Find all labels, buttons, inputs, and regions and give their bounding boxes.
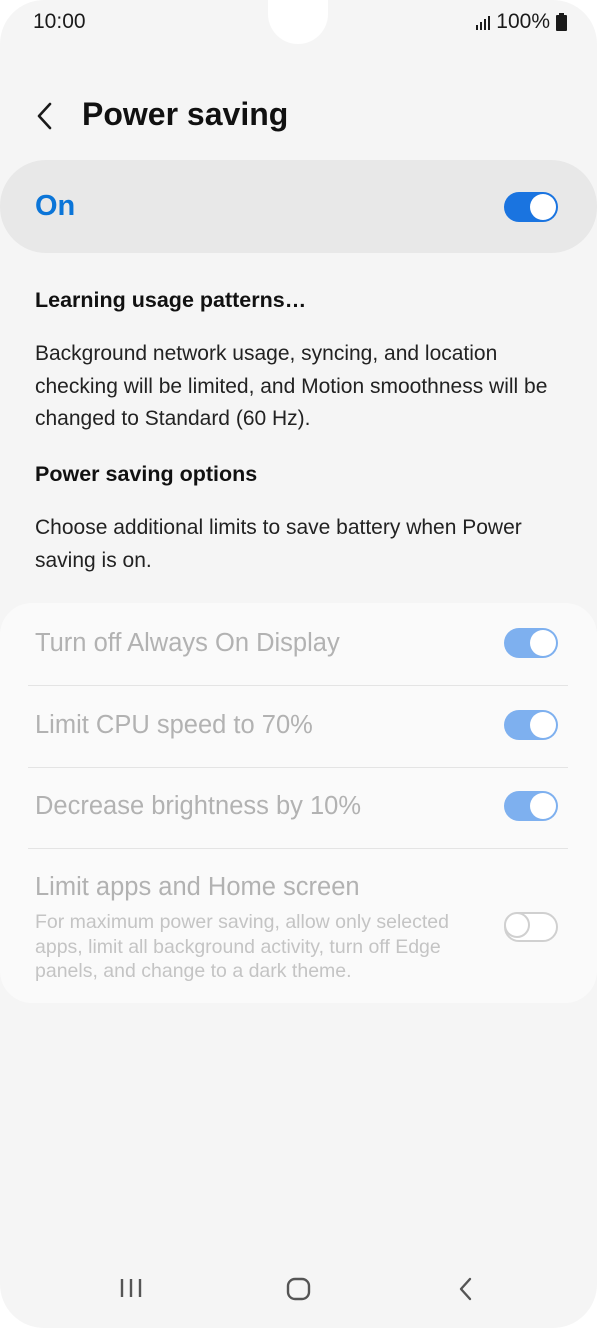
battery-percent: 100%	[496, 10, 550, 33]
signal-icon	[476, 14, 491, 30]
option-toggle-limit-apps[interactable]	[504, 912, 558, 942]
navigation-bar	[0, 1270, 597, 1320]
page-title: Power saving	[82, 96, 289, 132]
option-subtext: For maximum power saving, allow only sel…	[35, 911, 449, 982]
option-label: Turn off Always On Display	[35, 629, 340, 657]
option-row-always-on-display[interactable]: Turn off Always On Display	[0, 603, 597, 685]
master-toggle[interactable]	[504, 192, 558, 222]
master-switch-label: On	[35, 190, 76, 222]
phone-screen: 10:00 100% Power saving On Learning usag…	[0, 0, 597, 1328]
options-description: Choose additional limits to save battery…	[35, 516, 522, 572]
home-icon[interactable]	[285, 1276, 313, 1307]
master-switch-row[interactable]: On	[0, 160, 597, 253]
option-label: Limit CPU speed to 70%	[35, 711, 313, 739]
option-row-limit-apps[interactable]: Limit apps and Home screen For maximum p…	[0, 849, 597, 999]
toggle-knob	[530, 712, 556, 738]
option-label: Limit apps and Home screen	[35, 873, 360, 901]
option-row-limit-cpu[interactable]: Limit CPU speed to 70%	[0, 686, 597, 767]
app-header: Power saving	[0, 90, 597, 142]
toggle-knob	[530, 793, 556, 819]
option-toggle-limit-cpu[interactable]	[504, 710, 558, 740]
toggle-knob	[530, 630, 556, 656]
recents-icon[interactable]	[118, 1276, 144, 1305]
status-indicators: 100%	[476, 10, 567, 34]
learning-heading: Learning usage patterns…	[35, 288, 307, 312]
status-time: 10:00	[33, 10, 86, 33]
option-row-decrease-brightness[interactable]: Decrease brightness by 10%	[0, 768, 597, 849]
option-toggle-always-on-display[interactable]	[504, 628, 558, 658]
back-icon[interactable]	[455, 1276, 477, 1307]
option-label: Decrease brightness by 10%	[35, 792, 362, 820]
battery-icon	[556, 13, 567, 31]
toggle-knob	[530, 194, 556, 220]
options-card: Turn off Always On Display Limit CPU spe…	[0, 603, 597, 1003]
option-toggle-decrease-brightness[interactable]	[504, 791, 558, 821]
back-icon[interactable]	[32, 100, 60, 132]
toggle-knob	[504, 912, 530, 938]
options-heading: Power saving options	[35, 462, 258, 486]
learning-description: Background network usage, syncing, and l…	[35, 342, 548, 430]
status-bar: 10:00 100%	[0, 0, 597, 44]
